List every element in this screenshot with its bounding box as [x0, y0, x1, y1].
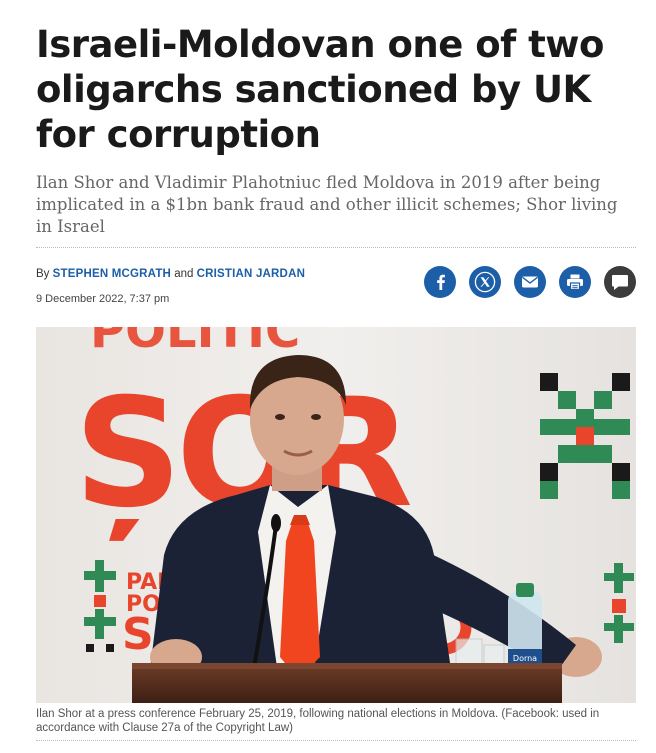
facebook-share-button[interactable]: [424, 266, 456, 298]
byline-prefix: By: [36, 268, 50, 280]
backdrop-top-text: POLITIC: [90, 327, 300, 359]
podium: [132, 667, 562, 703]
article-photo: POLITIC ȘOR PAR PO S Dorna: [36, 327, 636, 703]
backdrop-small-text-3: S: [122, 609, 154, 660]
comment-icon: [612, 274, 628, 290]
divider: [36, 247, 636, 248]
author-link-2[interactable]: CRISTIAN JARDAN: [197, 268, 305, 280]
email-share-button[interactable]: [514, 266, 546, 298]
article-subheadline: Ilan Shor and Vladimir Plahotniuc fled M…: [36, 173, 618, 236]
facebook-icon: [437, 274, 445, 290]
print-icon: [567, 274, 583, 290]
comments-button[interactable]: [604, 266, 636, 298]
photo-caption: Ilan Shor at a press conference February…: [36, 708, 600, 734]
podium-top: [132, 663, 562, 669]
email-icon: [522, 276, 538, 288]
article-headline: Israeli-Moldovan one of two oligarchs sa…: [36, 23, 604, 156]
author-link-1[interactable]: STEPHEN MCGRATH: [53, 268, 171, 280]
press-conference-image: POLITIC ȘOR PAR PO S Dorna: [36, 327, 636, 703]
publish-date: 9 December 2022, 7:37 pm: [36, 293, 170, 305]
divider: [36, 740, 636, 741]
print-button[interactable]: [559, 266, 591, 298]
byline-and: and: [174, 268, 194, 280]
x-share-button[interactable]: [469, 266, 501, 298]
share-bar: [424, 266, 636, 298]
bottle-label: Dorna: [513, 654, 537, 663]
x-icon: [474, 271, 496, 293]
byline: By STEPHEN MCGRATH and CRISTIAN JARDAN: [36, 268, 305, 280]
